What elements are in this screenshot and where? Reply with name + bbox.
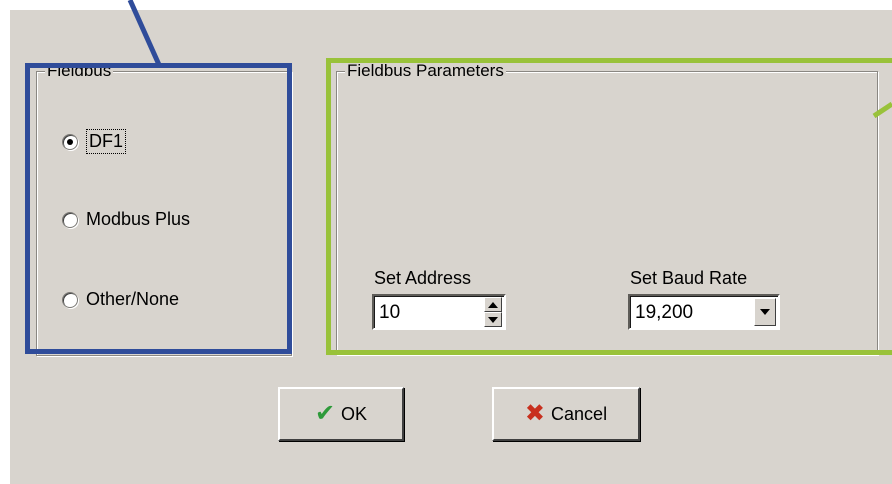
fieldbus-parameters-group-title: Fieldbus Parameters: [345, 61, 506, 81]
x-icon: ✖: [524, 400, 546, 427]
chevron-down-icon: [760, 309, 770, 315]
ok-button-label: OK: [341, 403, 368, 424]
address-value: 10: [379, 302, 401, 323]
radio-button-df1[interactable]: [62, 133, 78, 150]
checkmark-icon: ✔: [314, 400, 336, 427]
set-baud-rate-label: Set Baud Rate: [630, 268, 748, 288]
radio-df1[interactable]: DF1: [62, 129, 127, 154]
spin-down-button[interactable]: [484, 312, 502, 327]
arrow-up-icon: [488, 301, 498, 308]
baud-rate-value: 19,200: [635, 302, 694, 323]
window-gap: [435, 0, 465, 10]
radio-label-other-none: Other/None: [86, 289, 180, 309]
dialog-window: Fieldbus DF1 Modbus Plus Other/None Fiel…: [8, 8, 892, 484]
baud-dropdown-button[interactable]: [754, 298, 776, 326]
set-address-label: Set Address: [374, 268, 472, 288]
radio-modbus-plus[interactable]: Modbus Plus: [62, 209, 190, 230]
cancel-button[interactable]: ✖ Cancel: [492, 387, 640, 441]
cancel-button-label: Cancel: [551, 403, 608, 424]
fieldbus-group-title: Fieldbus: [45, 61, 114, 81]
radio-label-modbus-plus: Modbus Plus: [86, 209, 191, 229]
radio-other-none[interactable]: Other/None: [62, 289, 179, 310]
radio-button-other-none[interactable]: [62, 291, 78, 308]
spin-up-button[interactable]: [484, 297, 502, 312]
radio-label-df1: DF1: [86, 129, 127, 154]
ok-button[interactable]: ✔ OK: [278, 387, 404, 441]
baud-rate-select[interactable]: 19,200: [628, 294, 780, 330]
address-spin-input[interactable]: 10: [372, 294, 506, 330]
address-spinner: [484, 297, 502, 327]
radio-button-modbus-plus[interactable]: [62, 211, 78, 228]
arrow-down-icon: [488, 316, 498, 323]
